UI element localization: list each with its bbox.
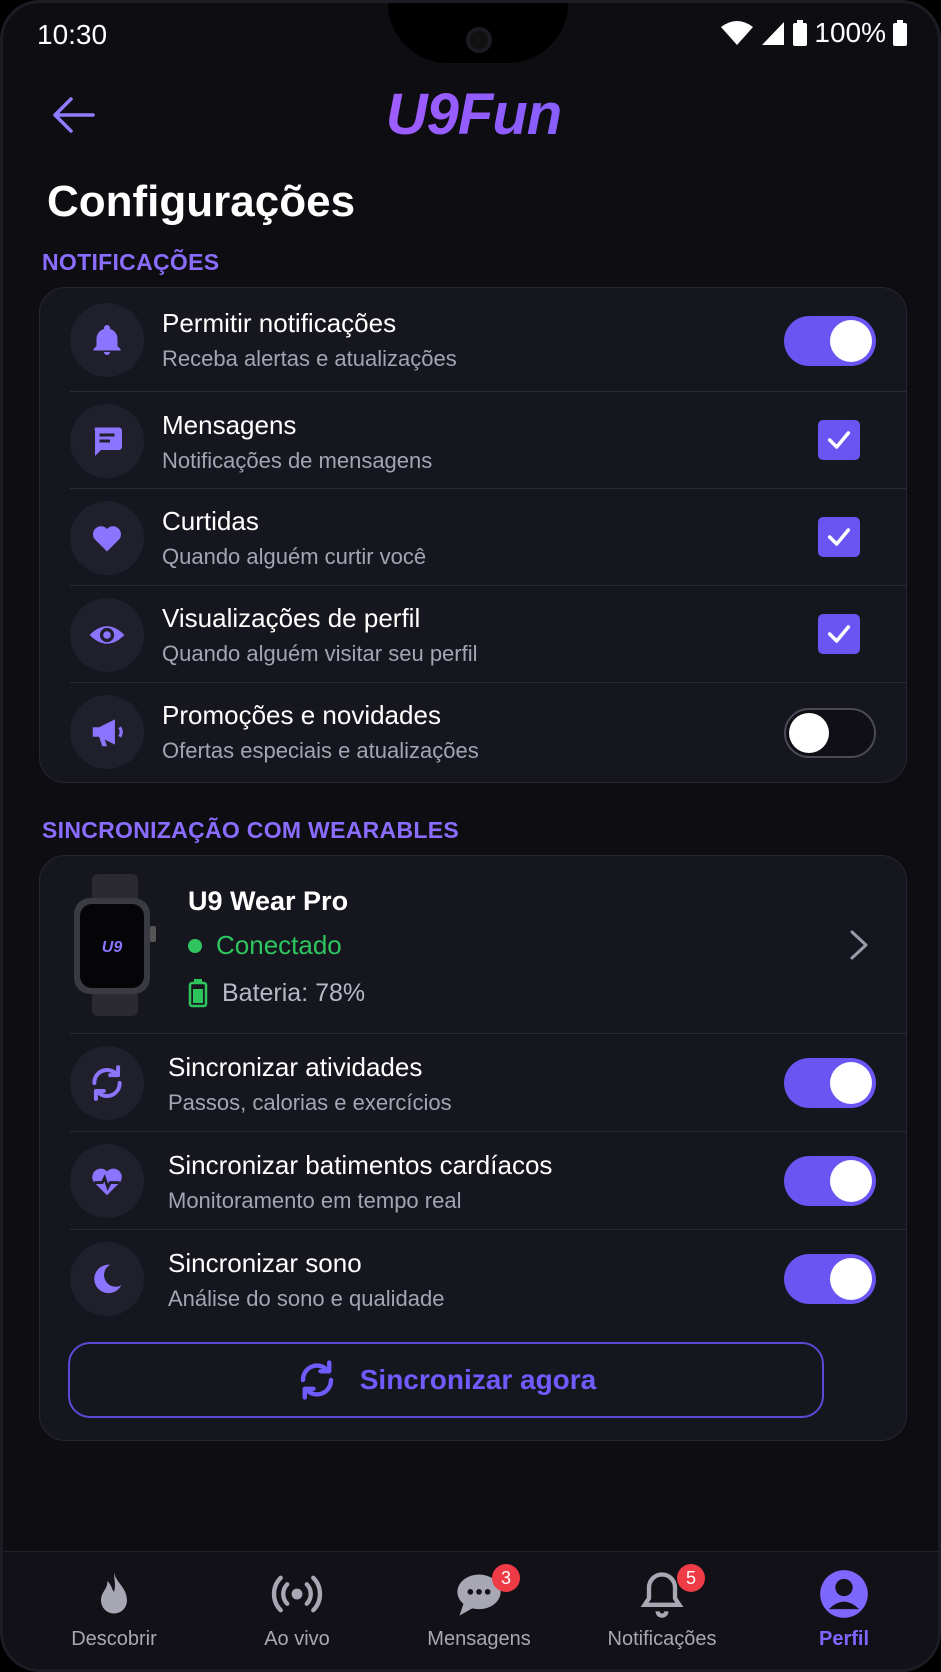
- battery-icon: [893, 20, 907, 46]
- nav-label: Descobrir: [71, 1628, 157, 1650]
- notifications-card: Permitir notificações Receba alertas e a…: [39, 287, 907, 783]
- sync-sleep-toggle[interactable]: [784, 1254, 876, 1304]
- row-title: Sincronizar atividades: [168, 1052, 423, 1082]
- device-name: U9 Wear Pro: [188, 886, 349, 916]
- phone-screen: 10:30 100% U9Fun Configurações NOTIFICAÇ…: [0, 0, 941, 1672]
- wearables-card: U9 U9 Wear Pro Conectado Bateria: 78% Si…: [39, 855, 907, 1441]
- row-subtitle: Ofertas especiais e atualizações: [162, 738, 479, 763]
- row-profile-views: Visualizações de perfil Quando alguém vi…: [40, 586, 906, 683]
- nav-label: Notificações: [607, 1628, 717, 1650]
- sync-heartbeat-toggle[interactable]: [784, 1156, 876, 1206]
- row-title: Promoções e novidades: [162, 700, 441, 730]
- row-subtitle: Receba alertas e atualizações: [162, 346, 457, 371]
- section-label-wearables: SINCRONIZAÇÃO COM WEARABLES: [42, 817, 459, 843]
- profile-icon: [820, 1570, 868, 1618]
- front-camera: [466, 27, 492, 53]
- heartbeat-icon: [70, 1144, 144, 1218]
- status-time: 10:30: [37, 19, 108, 50]
- row-title: Visualizações de perfil: [162, 603, 421, 633]
- moon-icon: [70, 1242, 144, 1316]
- bottom-nav: Descobrir Ao vivo 3 Mensagens 5 Notifica…: [3, 1551, 938, 1669]
- flame-icon: [101, 1572, 127, 1614]
- row-allow-notifications: Permitir notificações Receba alertas e a…: [40, 288, 906, 392]
- row-sync-sleep: Sincronizar sono Análise do sono e quali…: [40, 1230, 906, 1328]
- row-subtitle: Notificações de mensagens: [162, 448, 433, 473]
- device-battery: Bateria: 78%: [188, 978, 365, 1008]
- status-icons: 100%: [720, 17, 908, 49]
- battery-icon: [188, 979, 208, 1008]
- watch-logo: U9: [102, 939, 123, 956]
- nav-item-messages[interactable]: 3 Mensagens: [394, 1552, 564, 1669]
- profile-views-checkbox[interactable]: [818, 614, 860, 654]
- row-subtitle: Quando alguém curtir você: [162, 544, 427, 569]
- chevron-right-icon: [850, 930, 868, 960]
- nav-item-live[interactable]: Ao vivo: [212, 1552, 382, 1669]
- sync-now-label: Sincronizar agora: [359, 1364, 597, 1395]
- nav-label: Perfil: [818, 1628, 870, 1650]
- likes-checkbox[interactable]: [818, 517, 860, 557]
- sync-icon: [300, 1360, 333, 1400]
- message-icon: [70, 404, 144, 478]
- sync-icon: [70, 1046, 144, 1120]
- check-icon: [827, 625, 851, 643]
- messages-checkbox[interactable]: [818, 420, 860, 460]
- device-status-text: Conectado: [216, 930, 342, 960]
- promotions-toggle[interactable]: [784, 708, 876, 758]
- row-subtitle: Análise do sono e qualidade: [168, 1286, 445, 1311]
- row-title: Curtidas: [162, 506, 259, 536]
- row-likes: Curtidas Quando alguém curtir você: [40, 489, 906, 586]
- nav-label: Ao vivo: [264, 1628, 330, 1650]
- app-logo: U9Fun: [3, 81, 938, 148]
- row-subtitle: Monitoramento em tempo real: [168, 1188, 462, 1213]
- row-messages: Mensagens Notificações de mensagens: [40, 392, 906, 489]
- bell-icon: [70, 303, 144, 377]
- battery-status-icon: [793, 20, 808, 46]
- battery-text: Bateria: 78%: [222, 978, 366, 1007]
- nav-item-discover[interactable]: Descobrir: [29, 1552, 199, 1669]
- messages-badge: 3: [492, 1564, 520, 1592]
- row-title: Permitir notificações: [162, 308, 397, 338]
- row-promotions: Promoções e novidades Ofertas especiais …: [40, 683, 906, 783]
- live-icon: [271, 1575, 323, 1613]
- nav-item-notifications[interactable]: 5 Notificações: [577, 1552, 747, 1669]
- notifications-badge: 5: [677, 1564, 705, 1592]
- eye-icon: [70, 598, 144, 672]
- wifi-icon: [721, 21, 754, 45]
- section-label-notifications: NOTIFICAÇÕES: [42, 249, 220, 275]
- smartwatch-image: U9: [74, 874, 156, 1016]
- device-row[interactable]: U9 U9 Wear Pro Conectado Bateria: 78%: [40, 856, 906, 1034]
- megaphone-icon: [70, 695, 144, 769]
- sync-activities-toggle[interactable]: [784, 1058, 876, 1108]
- sync-now-button[interactable]: Sincronizar agora: [68, 1342, 824, 1418]
- heart-icon: [70, 501, 144, 575]
- connected-dot-icon: [188, 938, 202, 953]
- row-subtitle: Quando alguém visitar seu perfil: [162, 641, 478, 666]
- row-sync-heartbeat: Sincronizar batimentos cardíacos Monitor…: [40, 1132, 906, 1230]
- nav-item-profile[interactable]: Perfil: [759, 1552, 929, 1669]
- status-bar: 10:30 100%: [3, 3, 938, 67]
- nav-label: Mensagens: [427, 1628, 531, 1650]
- row-title: Mensagens: [162, 410, 297, 440]
- allow-notifications-toggle[interactable]: [784, 316, 876, 366]
- page-title: Configurações: [47, 177, 356, 226]
- signal-icon: [762, 22, 785, 45]
- row-sync-activities: Sincronizar atividades Passos, calorias …: [40, 1034, 906, 1132]
- row-subtitle: Passos, calorias e exercícios: [168, 1090, 452, 1115]
- row-title: Sincronizar sono: [168, 1248, 362, 1278]
- row-title: Sincronizar batimentos cardíacos: [168, 1150, 553, 1180]
- battery-percent: 100%: [814, 17, 886, 48]
- device-status: Conectado: [188, 930, 342, 961]
- check-icon: [827, 528, 851, 546]
- check-icon: [827, 431, 851, 449]
